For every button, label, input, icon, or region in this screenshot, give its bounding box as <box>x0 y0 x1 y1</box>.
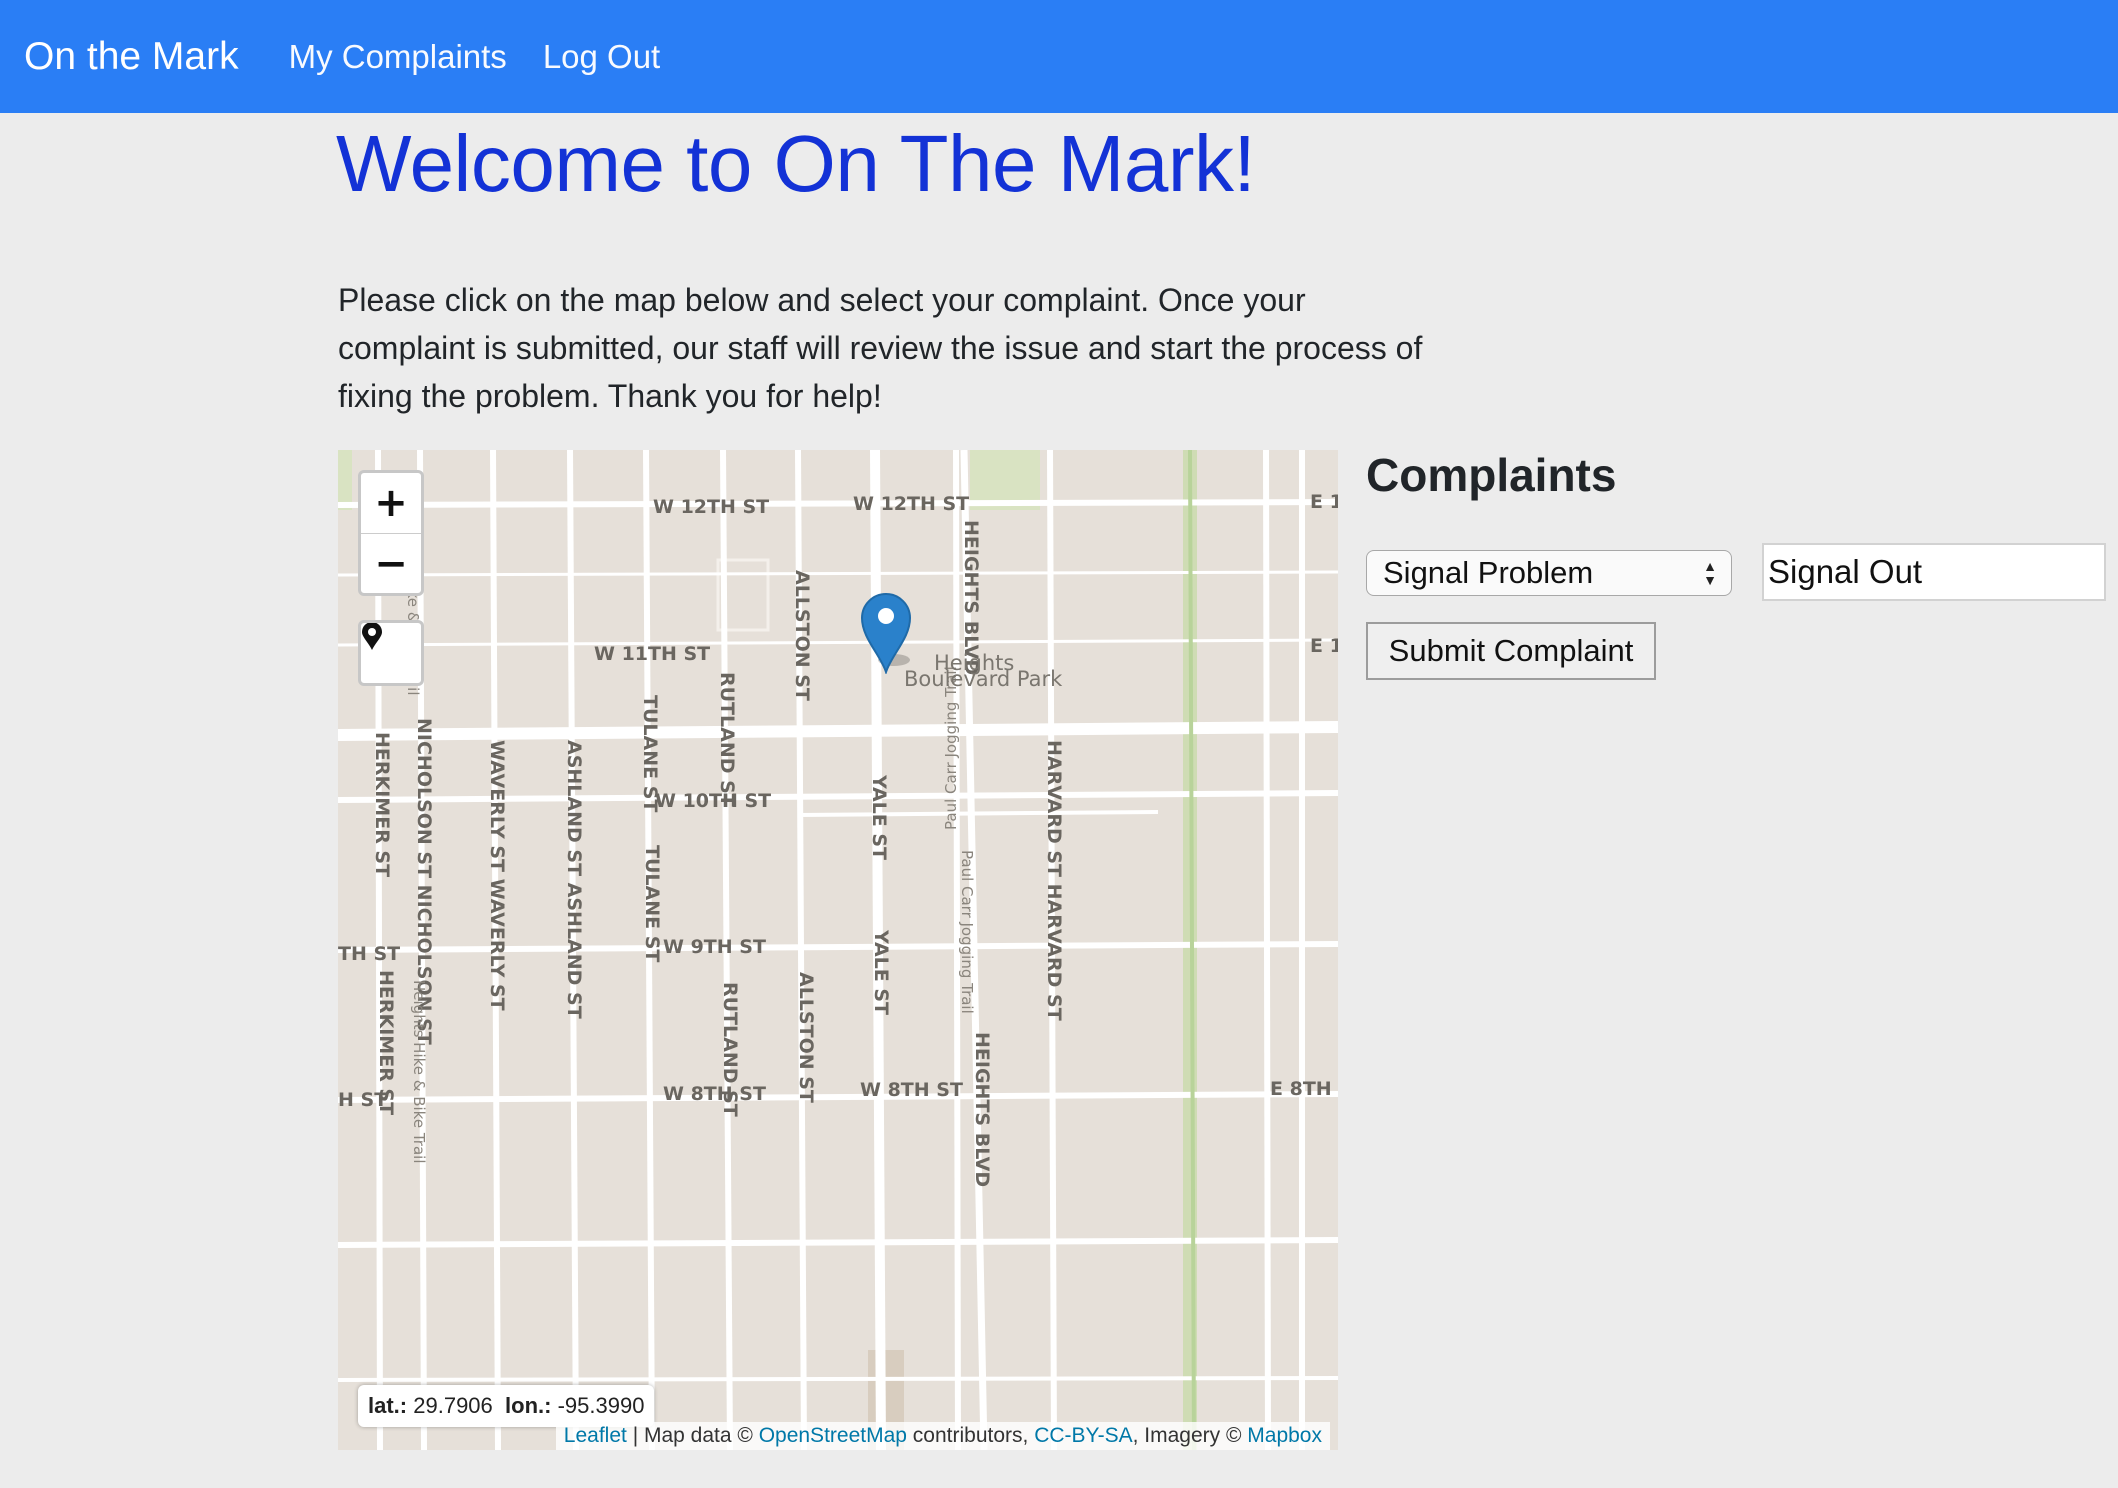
street-label: TULANE ST <box>641 845 663 962</box>
street-label: HERKIMER ST <box>375 970 397 1115</box>
nav-my-complaints[interactable]: My Complaints <box>289 38 507 76</box>
street-label: WAVERLY ST WAVERLY ST <box>486 740 508 1011</box>
license-link[interactable]: CC-BY-SA <box>1034 1424 1132 1447</box>
select-arrows-icon: ▲ ▼ <box>1703 558 1717 588</box>
street-label: YALE ST <box>868 774 890 860</box>
street-label: W 8TH ST <box>860 1079 963 1101</box>
street-label: ASHLAND ST ASHLAND ST <box>563 740 585 1019</box>
street-label: W 11TH ST <box>594 643 710 665</box>
street-label: HARVARD ST HARVARD ST <box>1043 740 1065 1021</box>
map-marker-icon[interactable] <box>860 592 912 674</box>
street-label: E 1 <box>1310 491 1338 513</box>
street-label: YALE ST <box>870 929 892 1015</box>
trail-label: Paul Carr Jogging Trail <box>958 850 976 1014</box>
navbar: On the Mark My Complaints Log Out <box>0 0 2118 113</box>
zoom-control: + − <box>358 470 424 596</box>
street-label: RUTLAND ST <box>716 672 738 807</box>
complaint-detail-input[interactable] <box>1762 543 2106 601</box>
lat-label: lat.: <box>368 1393 408 1418</box>
map[interactable]: W 12TH ST W 12TH ST E 1 W 11TH ST E 1 W … <box>338 450 1338 1450</box>
attribution-text: contributors, <box>906 1424 1035 1447</box>
attribution-text: | Map data © <box>626 1424 759 1447</box>
map-attribution: Leaflet | Map data © OpenStreetMap contr… <box>555 1422 1330 1450</box>
map-tiles: W 12TH ST W 12TH ST E 1 W 11TH ST E 1 W … <box>338 450 1338 1450</box>
street-label: TH ST <box>338 943 400 965</box>
submit-complaint-button[interactable]: Submit Complaint <box>1366 622 1656 680</box>
street-label: HERKIMER ST <box>371 732 393 877</box>
zoom-out-button[interactable]: − <box>361 533 421 593</box>
street-label: ALLSTON ST <box>791 570 813 701</box>
complaint-category-select[interactable]: Signal Problem ▲ ▼ <box>1366 550 1732 596</box>
nav-log-out[interactable]: Log Out <box>543 38 660 76</box>
mapbox-link[interactable]: Mapbox <box>1247 1424 1322 1447</box>
intro-text: Please click on the map below and select… <box>338 282 1423 414</box>
map-pin-icon <box>362 623 382 650</box>
street-label: W 10TH ST <box>655 790 771 812</box>
street-label: E 8TH S <box>1270 1078 1338 1100</box>
street-label: W 12TH ST <box>653 496 769 518</box>
brand-link[interactable]: On the Mark <box>24 35 239 79</box>
attribution-text: , Imagery © <box>1132 1424 1248 1447</box>
street-label: W 12TH ST <box>853 493 969 515</box>
street-label: RUTLAND ST <box>719 982 741 1117</box>
complaints-heading: Complaints <box>1366 449 1617 501</box>
street-label: HEIGHTS BLVD <box>971 1032 993 1187</box>
zoom-in-button[interactable]: + <box>361 473 421 533</box>
locate-button[interactable] <box>358 620 424 686</box>
street-label: E 1 <box>1310 635 1338 657</box>
page-title: Welcome to On The Mark! <box>336 119 1256 208</box>
select-value: Signal Problem <box>1383 555 1594 590</box>
lon-label: lon.: <box>505 1393 552 1418</box>
lon-value: -95.3990 <box>557 1393 645 1418</box>
street-label: W 9TH ST <box>663 936 766 958</box>
leaflet-link[interactable]: Leaflet <box>564 1424 627 1447</box>
osm-link[interactable]: OpenStreetMap <box>759 1424 907 1447</box>
street-label: W 8TH ST <box>663 1083 766 1105</box>
street-label: ALLSTON ST <box>795 972 817 1103</box>
lat-value: 29.7906 <box>413 1393 493 1418</box>
park-label: Boulevard Park <box>904 667 1063 691</box>
street-label: TULANE ST <box>639 695 661 812</box>
trail-label: Heights Hike & Bike Trail <box>410 980 428 1164</box>
coordinates-readout: lat.: 29.7906 lon.: -95.3990 <box>358 1385 655 1427</box>
